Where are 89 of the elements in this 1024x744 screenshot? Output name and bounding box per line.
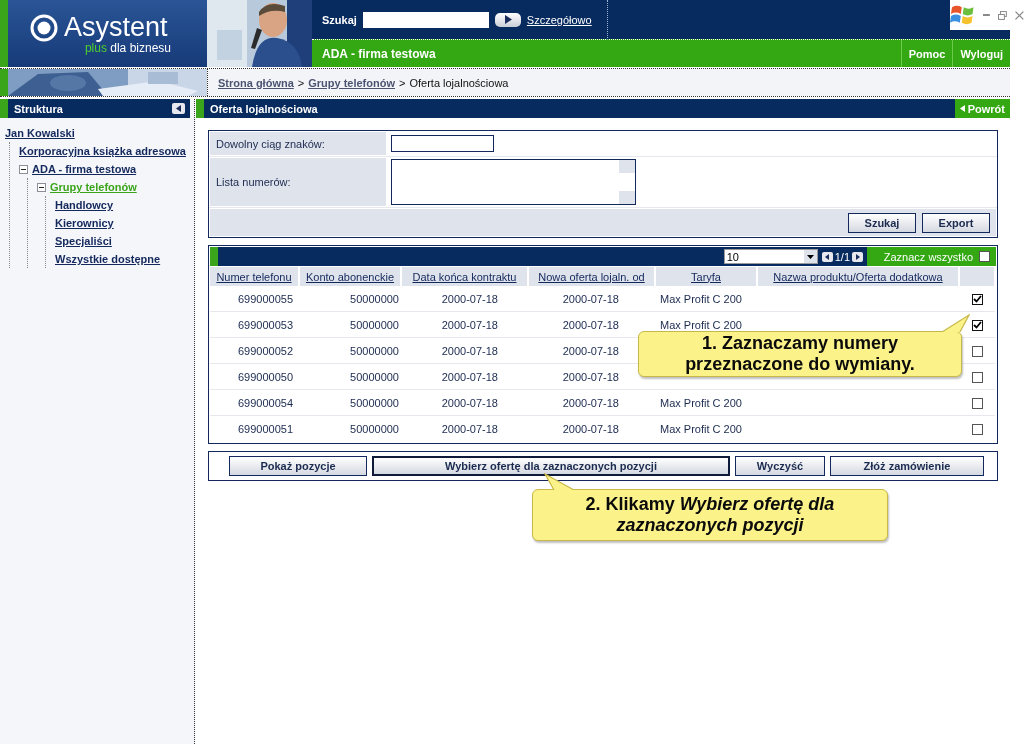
breadcrumb-current: Oferta lojalnościowa [409, 76, 509, 89]
collapse-icon[interactable] [19, 164, 28, 174]
page-size-select[interactable]: 10 [723, 249, 818, 264]
table-cell: Max Profit C 200 [660, 292, 742, 305]
table-cell: Max Profit C 200 [660, 422, 742, 435]
minimize-icon[interactable] [983, 13, 991, 17]
logo-tagline-accent: plus [84, 41, 107, 55]
next-page-button[interactable] [852, 251, 863, 262]
row-checkbox[interactable] [971, 397, 983, 409]
tree-item[interactable]: Korporacyjna książka adresowa [19, 145, 186, 157]
logo-title: Asystent [64, 12, 168, 43]
dropdown-arrow-icon [806, 254, 814, 259]
row-checkbox[interactable] [971, 423, 983, 435]
table-cell: 2000-07-18 [441, 292, 498, 305]
breadcrumb-link[interactable]: Grupy telefonów [308, 76, 395, 89]
table-cell: 699000052 [237, 344, 293, 357]
left-triangle-icon [176, 105, 181, 112]
windows-flag-icon [950, 3, 976, 27]
table-cell: 50000000 [350, 396, 399, 409]
table-cell: 50000000 [350, 318, 399, 331]
table-cell: 2000-07-18 [562, 292, 619, 305]
right-triangle-icon [855, 253, 860, 260]
table-cell: 2000-07-18 [562, 422, 619, 435]
filter-button[interactable]: Export [922, 212, 990, 233]
tree-item[interactable]: Specjaliści [55, 235, 112, 247]
tree-item[interactable]: Handlowcy [55, 199, 114, 211]
field-label: Lista numerów: [216, 176, 291, 188]
table-cell: 50000000 [350, 292, 399, 305]
table-cell: 2000-07-18 [441, 396, 498, 409]
play-icon [503, 15, 512, 25]
text-area[interactable] [391, 159, 636, 205]
close-icon[interactable] [1015, 10, 1024, 20]
company-name: ADA - firma testowa [322, 46, 437, 61]
table-cell: 2000-07-18 [562, 396, 619, 409]
advanced-search-link[interactable]: Szczegółowo [526, 13, 592, 26]
text-field[interactable] [391, 135, 494, 152]
action-button[interactable]: Pokaż pozycje [229, 456, 367, 476]
table-cell: 2000-07-18 [562, 344, 619, 357]
tree-item[interactable]: Jan Kowalski [5, 127, 75, 139]
select-all-checkbox[interactable] [979, 251, 990, 262]
left-triangle-icon [959, 105, 965, 112]
collapse-icon[interactable] [37, 182, 46, 192]
table-cell: Max Profit C 200 [660, 396, 742, 409]
field-label: Dowolny ciąg znaków: [216, 137, 325, 150]
tree-item[interactable]: Kierownicy [55, 217, 114, 229]
table-cell: 2000-07-18 [441, 422, 498, 435]
search-field[interactable] [362, 11, 489, 28]
callout-pointer [940, 314, 970, 332]
callout: 1. Zaznaczamy numery przeznaczone do wymiany. [638, 331, 962, 377]
table-cell: 699000053 [237, 318, 293, 331]
left-triangle-icon [825, 253, 830, 260]
breadcrumb-separator: > [399, 76, 406, 89]
action-button[interactable]: Złóż zamówienie [830, 456, 984, 476]
table-cell: 2000-07-18 [562, 370, 619, 383]
table-cell: 2000-07-18 [441, 344, 498, 357]
search-label: Szukaj [322, 13, 357, 26]
table-cell: 2000-07-18 [441, 318, 498, 331]
row-checkbox[interactable] [971, 371, 983, 383]
table-cell: 699000051 [237, 422, 293, 435]
breadcrumb-link[interactable]: Strona główna [218, 76, 294, 89]
callout-pointer [544, 473, 576, 490]
restore-icon[interactable] [998, 10, 1008, 20]
table-cell: 50000000 [350, 344, 399, 357]
tree-item[interactable]: Wszystkie dostępne [55, 253, 161, 265]
row-checkbox[interactable] [971, 319, 983, 331]
table-cell: 50000000 [350, 370, 399, 383]
action-button[interactable]: Wybierz ofertę dla zaznaczonych pozycji [372, 456, 730, 476]
table-cell: Max Profit C 200 [660, 318, 742, 331]
collapse-sidebar-button[interactable] [172, 103, 185, 114]
filter-button[interactable]: Szukaj [848, 212, 916, 233]
page-title: Oferta lojalnościowa [210, 102, 318, 115]
sidebar-title: Struktura [14, 102, 63, 115]
page-indicator: 1/1 [834, 250, 850, 263]
table-cell: 2000-07-18 [441, 370, 498, 383]
table-cell: 699000055 [237, 292, 293, 305]
logo-icon [30, 13, 58, 42]
tree-item[interactable]: ADA - firma testowa [32, 163, 137, 175]
row-checkbox[interactable] [971, 293, 983, 305]
table-cell: 699000054 [237, 396, 293, 409]
breadcrumb-separator: > [297, 76, 305, 89]
row-checkbox[interactable] [971, 345, 983, 357]
logo-tagline: dla biznesu [110, 41, 171, 55]
action-button[interactable]: Wyczyść [735, 456, 825, 476]
table-cell: 50000000 [350, 422, 399, 435]
search-go-button[interactable] [494, 12, 521, 27]
table-cell: 2000-07-18 [562, 318, 619, 331]
previous-page-button[interactable] [821, 251, 833, 262]
select-all-label: Zaznacz wszystko [883, 250, 973, 263]
table-cell: 699000050 [237, 370, 293, 383]
